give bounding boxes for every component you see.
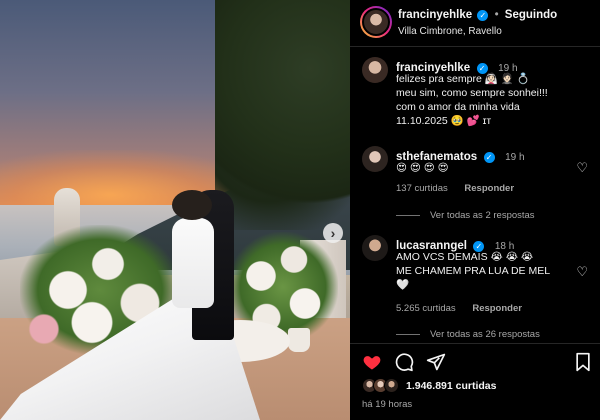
view-replies-label: Ver todas as 2 respostas <box>430 210 535 221</box>
caption-line: meu sim, como sempre sonhei!!! <box>396 87 548 99</box>
post-location[interactable]: Villa Cimbrone, Ravello <box>398 26 502 37</box>
author-avatar[interactable] <box>360 6 392 38</box>
reply-button[interactable]: Responder <box>472 303 522 314</box>
header-separator: • <box>494 9 499 21</box>
follow-status-button[interactable]: Seguindo <box>505 9 557 21</box>
reply-button[interactable]: Responder <box>464 183 514 194</box>
header-divider <box>350 46 600 47</box>
post-details-panel: francinyehlke ✓ • Seguindo Villa Cimbron… <box>350 0 600 420</box>
caption-line: 11.10.2025 🥹 💕 ɪᴛ <box>396 115 492 127</box>
comment-bubble-icon <box>395 353 414 372</box>
couple-kissing <box>172 190 212 220</box>
comment-meta: 137 curtidas Responder <box>396 183 528 194</box>
caption-text: felizes pra sempre 👰🏻 🤵🏻 💍 meu sim, como… <box>396 72 596 128</box>
liked-by-avatars[interactable] <box>362 378 406 394</box>
caption-line: felizes pra sempre 👰🏻 🤵🏻 💍 <box>396 73 530 85</box>
comment-like-heart-icon[interactable]: ♡ <box>576 160 588 176</box>
actions-divider <box>350 343 600 344</box>
comment-line: AMO VCS DEMAIS 😭 😭 😭 <box>396 251 534 263</box>
post-timestamp[interactable]: há 19 horas <box>362 399 412 410</box>
verified-badge-icon: ✓ <box>477 10 489 21</box>
view-replies-label: Ver todas as 26 respostas <box>430 329 540 340</box>
post-header: francinyehlke ✓ • Seguindo <box>398 9 557 21</box>
carousel-next-button[interactable]: › <box>323 223 343 243</box>
replies-line <box>396 214 420 216</box>
view-replies-button[interactable]: Ver todas as 26 respostas <box>396 329 540 340</box>
comment-likes[interactable]: 137 curtidas <box>396 183 448 194</box>
comment-like-heart-icon[interactable]: ♡ <box>576 264 588 280</box>
pine-tree <box>215 0 350 230</box>
like-button[interactable] <box>362 352 382 378</box>
flower-pot <box>288 328 310 352</box>
bookmark-icon <box>576 352 590 372</box>
comment-likes[interactable]: 5.265 curtidas <box>396 303 456 314</box>
comment-line: ME CHAMEM PRA LUA DE MEL <box>396 265 551 277</box>
heart-filled-icon <box>363 356 381 370</box>
liker-avatar <box>384 378 399 393</box>
comment-text: 😍 😍 😍 😍 <box>396 162 449 174</box>
comment-line: 🤍 <box>396 279 410 291</box>
save-button[interactable] <box>574 352 592 378</box>
share-button[interactable] <box>426 352 446 378</box>
action-bar <box>362 352 592 374</box>
author-username[interactable]: francinyehlke <box>398 9 472 21</box>
likes-count[interactable]: 1.946.891 curtidas <box>406 380 496 392</box>
comment-button[interactable] <box>394 352 414 378</box>
caption-author-avatar[interactable] <box>362 57 388 83</box>
replies-line <box>396 333 420 335</box>
view-replies-button[interactable]: Ver todas as 2 respostas <box>396 210 535 221</box>
comment-meta: 5.265 curtidas Responder <box>396 303 536 314</box>
comment-avatar[interactable] <box>362 146 388 172</box>
comment-text: AMO VCS DEMAIS 😭 😭 😭 ME CHAMEM PRA LUA D… <box>396 250 576 292</box>
paper-plane-icon <box>426 353 446 371</box>
bride <box>172 218 214 308</box>
caption-line: com o amor da minha vida <box>396 101 520 113</box>
comment-avatar[interactable] <box>362 235 388 261</box>
post-photo[interactable]: › <box>0 0 350 420</box>
